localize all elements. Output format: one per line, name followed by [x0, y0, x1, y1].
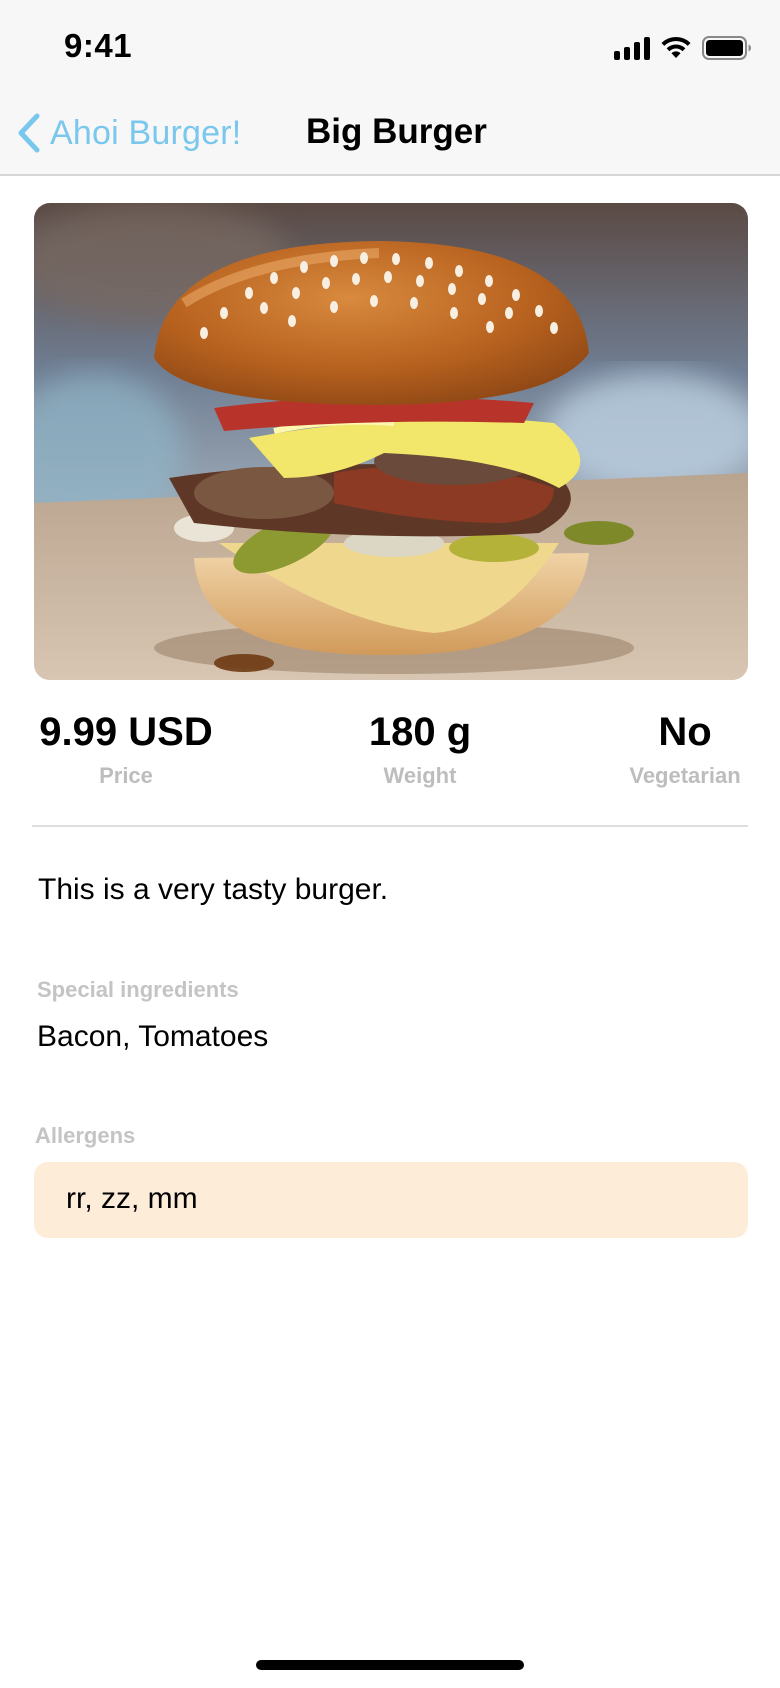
- vegetarian-label: Vegetarian: [629, 763, 741, 788]
- price-label: Price: [99, 763, 153, 788]
- allergens-value: rr, zz, mm: [66, 1182, 198, 1215]
- status-bar: 9:41: [0, 0, 780, 90]
- navigation-bar: Ahoi Burger! Big Burger: [0, 90, 780, 176]
- divider: [32, 825, 748, 827]
- chevron-left-icon: [18, 113, 40, 153]
- battery-icon: [702, 36, 751, 60]
- product-description: This is a very tasty burger.: [38, 873, 389, 906]
- signal-icon: [614, 36, 650, 60]
- back-button[interactable]: Ahoi Burger!: [16, 110, 241, 156]
- special-ingredients-label: Special ingredients: [37, 977, 239, 1002]
- status-icons: [614, 32, 752, 60]
- special-ingredients-value: Bacon, Tomatoes: [37, 1020, 269, 1053]
- weight-stat: 180 g Weight: [340, 710, 500, 789]
- status-time: 9:41: [64, 27, 133, 64]
- allergens-label: Allergens: [35, 1123, 136, 1148]
- weight-label: Weight: [383, 763, 457, 788]
- vegetarian-stat: No Vegetarian: [620, 710, 750, 789]
- home-indicator[interactable]: [256, 1660, 524, 1670]
- price-value: 9.99 USD: [39, 710, 213, 754]
- price-stat: 9.99 USD Price: [34, 710, 218, 789]
- page-title: Big Burger: [306, 112, 487, 151]
- product-detail-screen: 9:41 Ahoi Burger! Big Burger 9.99 USD Pr…: [0, 0, 780, 1688]
- vegetarian-value: No: [658, 710, 712, 754]
- burger-image: [34, 203, 748, 680]
- weight-value: 180 g: [368, 710, 472, 754]
- wifi-icon: [661, 36, 691, 58]
- allergens-box: rr, zz, mm: [34, 1162, 748, 1238]
- back-button-label: Ahoi Burger!: [50, 113, 242, 152]
